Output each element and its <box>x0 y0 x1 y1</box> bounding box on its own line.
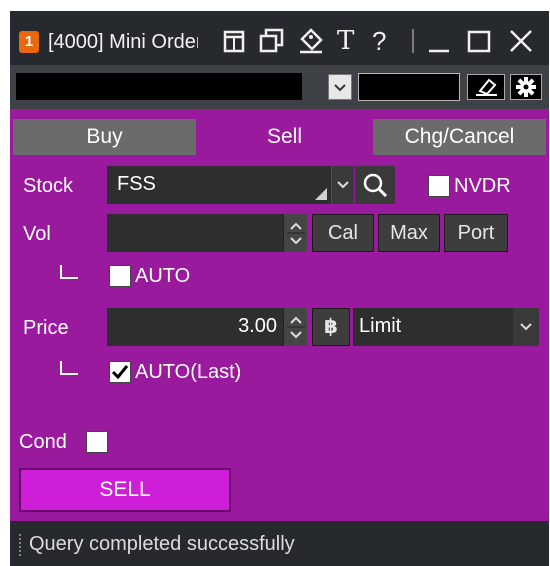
clear-button[interactable] <box>467 74 505 100</box>
tree-connector <box>60 361 78 375</box>
vol-input[interactable] <box>107 214 283 252</box>
max-button[interactable]: Max <box>378 214 440 252</box>
vol-auto-label: AUTO <box>135 265 191 287</box>
account-bar <box>10 65 549 109</box>
search-icon <box>363 173 388 198</box>
tab-sell[interactable]: Sell <box>196 119 373 155</box>
stepper-arrows-icon <box>287 222 305 245</box>
price-label: Price <box>23 317 69 339</box>
stock-input[interactable]: FSS <box>107 166 331 204</box>
pin-password-input[interactable] <box>358 73 460 101</box>
nvdr-label: NVDR <box>454 175 511 197</box>
window-title: [4000] Mini Order <box>48 31 198 53</box>
help-icon[interactable]: ? <box>372 25 392 57</box>
price-value: 3.00 <box>238 315 277 337</box>
text-icon[interactable]: T <box>337 25 361 57</box>
restore-copy-icon[interactable] <box>258 25 286 57</box>
price-auto-checkbox[interactable] <box>109 361 131 383</box>
stepper-arrows-icon <box>287 316 305 339</box>
chevron-down-icon <box>334 84 346 92</box>
resize-grip-icon <box>315 188 327 200</box>
order-type-select[interactable]: Limit <box>353 308 513 346</box>
gear-icon <box>516 77 536 97</box>
stock-label: Stock <box>23 175 74 197</box>
price-auto-label: AUTO(Last) <box>135 361 242 383</box>
order-tabs: Buy Sell Chg/Cancel <box>13 119 546 155</box>
stock-value: FSS <box>117 173 156 195</box>
checkmark-icon <box>111 365 129 380</box>
stock-dropdown-button[interactable] <box>332 166 354 204</box>
tree-connector <box>60 265 78 279</box>
price-stepper[interactable] <box>283 308 307 346</box>
nvdr-checkbox[interactable] <box>428 175 450 197</box>
vol-auto-checkbox[interactable] <box>109 265 131 287</box>
minimize-icon[interactable] <box>426 25 452 57</box>
cal-button[interactable]: Cal <box>312 214 374 252</box>
price-input[interactable]: 3.00 <box>107 308 283 346</box>
pin-icon[interactable] <box>222 25 248 57</box>
grip-icon <box>19 534 23 556</box>
chevron-down-icon <box>520 323 532 331</box>
sell-button[interactable]: SELL <box>19 468 231 512</box>
cond-label: Cond <box>19 431 67 453</box>
status-bar: Query completed successfully <box>10 521 549 566</box>
port-button[interactable]: Port <box>444 214 508 252</box>
account-select[interactable] <box>16 73 302 100</box>
chevron-down-icon <box>337 181 349 189</box>
vol-label: Vol <box>23 223 51 245</box>
account-dropdown-button[interactable] <box>328 74 352 100</box>
order-type-value: Limit <box>359 315 402 337</box>
vol-stepper[interactable] <box>283 214 307 252</box>
baht-icon[interactable]: ฿ <box>312 308 350 346</box>
eraser-icon <box>476 78 497 96</box>
tag-edit-icon[interactable] <box>296 25 326 57</box>
title-divider <box>412 29 414 53</box>
cond-checkbox[interactable] <box>86 431 108 453</box>
status-message: Query completed successfully <box>29 533 295 555</box>
close-icon[interactable] <box>506 25 536 57</box>
window-number-badge: 1 <box>19 31 39 53</box>
tab-chg-cancel[interactable]: Chg/Cancel <box>373 119 546 155</box>
maximize-icon[interactable] <box>465 25 493 57</box>
order-type-dropdown-button[interactable] <box>513 308 539 346</box>
title-bar[interactable]: 1 [4000] Mini Order T ? <box>10 11 549 65</box>
mini-order-window: 1 [4000] Mini Order T ? Buy Sell Chg/Can… <box>10 11 549 566</box>
tab-buy[interactable]: Buy <box>13 119 196 155</box>
settings-button[interactable] <box>510 74 542 100</box>
stock-search-button[interactable] <box>355 166 395 204</box>
